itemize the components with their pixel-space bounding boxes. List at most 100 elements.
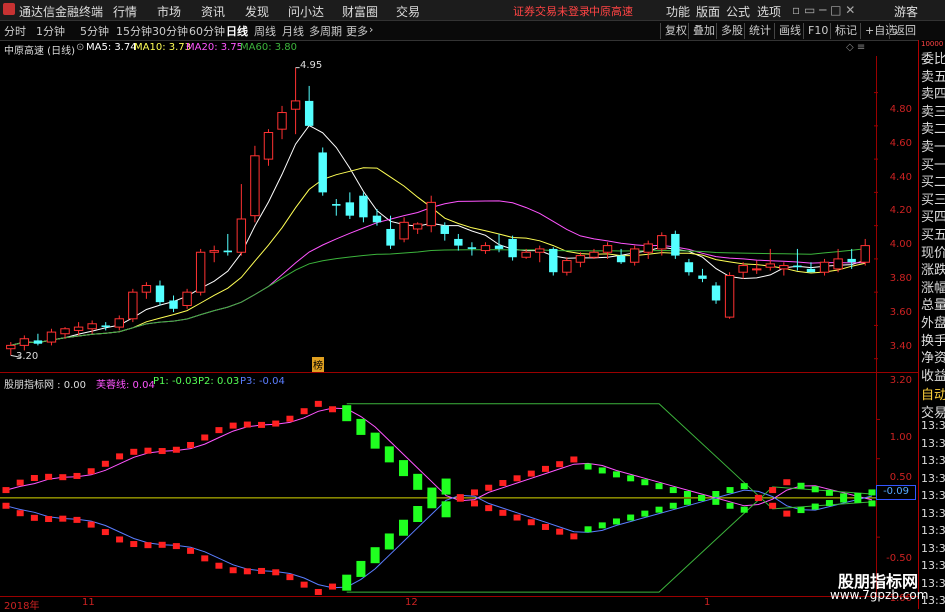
candle-body-down bbox=[671, 233, 680, 256]
menu-item-gongshi[interactable]: 公式 bbox=[726, 3, 750, 20]
sidebar-quote-item: 买一 bbox=[921, 157, 945, 173]
menu-item-xuanxiang[interactable]: 选项 bbox=[757, 3, 781, 20]
candle-body-up bbox=[562, 260, 572, 273]
ind-block-lower bbox=[286, 574, 294, 581]
tab-30min[interactable]: 30分钟 bbox=[152, 23, 188, 39]
candle-body-up bbox=[819, 261, 830, 273]
ind-block-upper bbox=[740, 506, 748, 513]
candle-body-up bbox=[765, 263, 775, 268]
btn-diejia[interactable]: 叠加 bbox=[688, 23, 719, 39]
ind-tick-m05: -0.50 bbox=[886, 553, 912, 564]
candle-body-down bbox=[332, 204, 341, 206]
tab-more[interactable]: 更多 bbox=[346, 23, 368, 39]
ind-block-upper bbox=[598, 467, 606, 474]
sidebar-quote-item: 买四 bbox=[921, 210, 945, 226]
ind-block-lower bbox=[783, 510, 791, 517]
sidebar-trade-time: 13:39 bbox=[921, 524, 945, 537]
ind-block-upper bbox=[413, 473, 423, 490]
window-controls[interactable]: ▫ ▭ ─ □ ✕ bbox=[792, 3, 855, 17]
candle-body-up bbox=[250, 155, 260, 217]
ind-block-lower bbox=[172, 543, 180, 550]
low-price-label: 3.20 bbox=[16, 351, 39, 362]
ind-block-upper bbox=[158, 448, 166, 455]
ind-block-upper bbox=[370, 432, 380, 449]
ind-block-lower bbox=[87, 521, 95, 528]
menu-item-shichang[interactable]: 市场 bbox=[157, 3, 181, 20]
tab-5min[interactable]: 5分钟 bbox=[80, 23, 109, 39]
ind-block-lower bbox=[769, 502, 777, 509]
sidebar-quote-item: 卖一 bbox=[921, 140, 945, 155]
user-label[interactable]: 游客 bbox=[894, 3, 918, 20]
menu-item-wenxiaoda[interactable]: 问小达 bbox=[288, 3, 324, 20]
candle-body-down bbox=[494, 245, 504, 249]
tab-daily[interactable]: 日线 bbox=[226, 23, 248, 39]
sidebar-quote-item: 涨跌 bbox=[921, 263, 945, 279]
sidebar-trade-time: 13:39 bbox=[921, 506, 945, 520]
candle-body-down bbox=[359, 195, 368, 218]
ind-block-upper bbox=[726, 502, 734, 509]
btn-duogu[interactable]: 多股 bbox=[716, 23, 747, 39]
candle-body-up bbox=[480, 245, 491, 252]
chevron-right-icon: › bbox=[369, 23, 374, 36]
candle-body-up bbox=[521, 251, 531, 258]
btn-fuquan[interactable]: 复权 bbox=[660, 23, 691, 39]
time-label-1: 1 bbox=[704, 597, 711, 608]
ind-block-upper bbox=[612, 471, 620, 478]
sidebar-trade-tab[interactable]: 自动 bbox=[921, 384, 945, 403]
high-price-label: 4.95 bbox=[300, 60, 323, 71]
menu-item-banmian[interactable]: 版面 bbox=[696, 3, 720, 20]
ind-block-lower bbox=[342, 574, 352, 591]
ind-block-upper bbox=[2, 487, 10, 494]
candle-body-down bbox=[372, 215, 382, 223]
ind-block-upper bbox=[556, 461, 564, 468]
tab-1min[interactable]: 1分钟 bbox=[36, 23, 65, 39]
btn-biaoji[interactable]: 标记 bbox=[830, 23, 861, 39]
menu-item-zixun[interactable]: 资讯 bbox=[201, 3, 225, 20]
ind-block-upper bbox=[627, 475, 635, 482]
candle-body-down bbox=[345, 202, 355, 216]
ind-block-upper bbox=[73, 472, 81, 479]
btn-huaxian[interactable]: 画线 bbox=[774, 23, 805, 39]
tab-multi-period[interactable]: 多周期 bbox=[309, 23, 342, 39]
btn-back[interactable]: 返回 bbox=[889, 23, 920, 39]
broker-name: 中原高速 bbox=[589, 5, 633, 18]
ind-block-lower bbox=[698, 494, 706, 501]
candle-body-up bbox=[535, 248, 545, 253]
menu-item-jiaoyi[interactable]: 交易 bbox=[396, 3, 420, 20]
ma20-line bbox=[10, 200, 866, 346]
ind-block-lower bbox=[116, 536, 124, 543]
ind-block-lower bbox=[272, 569, 280, 576]
sidebar-trade-tab[interactable]: 交易 bbox=[921, 402, 945, 421]
menu-item-faxian[interactable]: 发现 bbox=[245, 3, 269, 20]
menu-item-gongneng[interactable]: 功能 bbox=[666, 3, 690, 20]
sidebar-trade-time: 13:39 bbox=[921, 489, 945, 502]
ind-block-upper bbox=[172, 446, 180, 453]
ind-block-lower bbox=[73, 516, 81, 523]
ind-block-lower bbox=[314, 588, 322, 595]
ind-block-lower bbox=[854, 492, 862, 499]
bang-badge[interactable]: 榜 bbox=[312, 357, 324, 372]
ind-block-lower bbox=[101, 529, 109, 536]
tab-fenshi[interactable]: 分时 bbox=[4, 23, 26, 39]
tab-15min[interactable]: 15分钟 bbox=[116, 23, 152, 39]
ind-block-lower bbox=[427, 492, 437, 509]
ind-block-lower bbox=[258, 567, 266, 574]
tab-monthly[interactable]: 月线 bbox=[282, 23, 304, 39]
quote-sidebar: 10000 委比 卖五 卖四 卖三 卖二 卖一 买一 买二 买三 买四 买五 现价 涨跌 涨幅 总量 外盘 换手… bbox=[918, 40, 945, 609]
price-chart[interactable] bbox=[0, 40, 918, 609]
ind-block-lower bbox=[598, 522, 606, 529]
ind-block-upper bbox=[513, 475, 521, 482]
candle-body-up bbox=[426, 201, 436, 227]
time-label-12: 12 bbox=[405, 597, 418, 608]
btn-f10[interactable]: F10 bbox=[803, 23, 832, 39]
ind-block-lower bbox=[868, 489, 876, 496]
trade-login-notice[interactable]: 证券交易未登录 bbox=[513, 3, 590, 19]
indicator-l3: P2: 0.03 bbox=[198, 376, 240, 387]
btn-tongji[interactable]: 统计 bbox=[744, 23, 775, 39]
tab-60min[interactable]: 60分钟 bbox=[189, 23, 225, 39]
tab-weekly[interactable]: 周线 bbox=[254, 23, 276, 39]
menu-item-hangqing[interactable]: 行情 bbox=[113, 3, 137, 20]
sidebar-trade-time: 13:38 bbox=[921, 454, 945, 467]
menu-item-caifuquan[interactable]: 财富圈 bbox=[342, 3, 378, 20]
ind-block-lower bbox=[485, 505, 493, 512]
